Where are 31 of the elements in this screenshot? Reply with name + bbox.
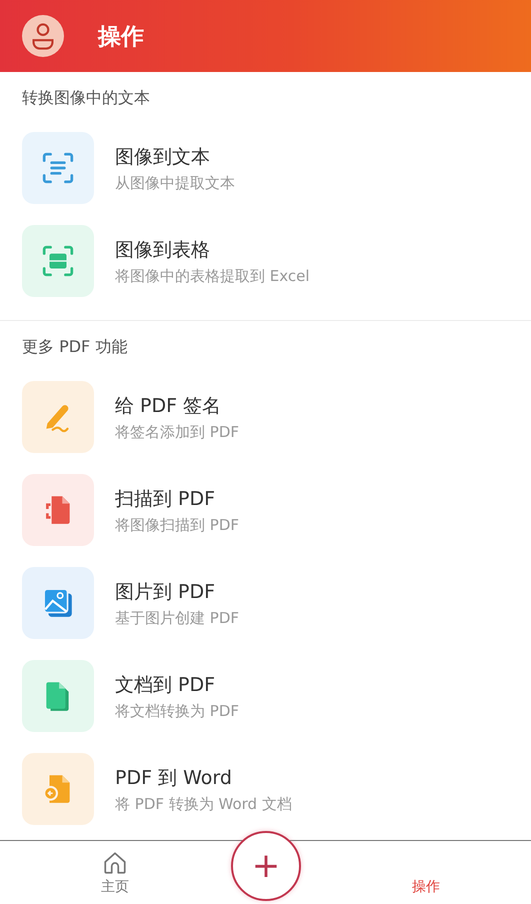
tool-tile[interactable] [22,753,94,825]
nav-tab[interactable]: 操作 [391,841,461,904]
tool-tile[interactable] [22,474,94,546]
section-title: 更多 PDF 功能 [21,336,128,358]
tool-title: 图像到表格 [115,238,211,262]
tool-description: 将图像扫描到 PDF [115,516,239,534]
home-icon [102,850,128,876]
tool-tile[interactable] [22,381,94,453]
tool-description: 将 PDF 转换为 Word 文档 [115,794,292,814]
tool-description: 将文档转换为 PDF [115,702,239,720]
tool-title: 图像到文本 [115,144,211,170]
tool-description: 从图像中提取文本 [115,174,235,192]
section-title: 转换图像中的文本 [21,87,151,109]
tool-tile[interactable] [22,132,94,204]
scan-text-icon [41,151,75,185]
tool-title: PDF 到 Word [115,766,233,790]
tool-description: 将图像中的表格提取到 Excel [115,266,310,286]
tool-description: 基于图片创建 PDF [115,608,239,628]
screen-title: 操作 [98,22,144,52]
tool-tile[interactable] [22,225,94,297]
add-button[interactable]: + [231,831,301,901]
tool-title: 文档到 PDF [115,672,216,698]
scan-table-icon [41,244,75,278]
tool-tile[interactable] [22,660,94,732]
tool-tile[interactable] [22,567,94,639]
nav-tab[interactable]: 主页 [80,841,150,904]
avatar-icon[interactable] [22,15,64,57]
tool-description: 将签名添加到 PDF [115,422,239,442]
tool-title: 扫描到 PDF [115,486,216,512]
tool-title: 给 PDF 签名 [115,394,222,418]
tool-title: 图片到 PDF [115,580,216,604]
